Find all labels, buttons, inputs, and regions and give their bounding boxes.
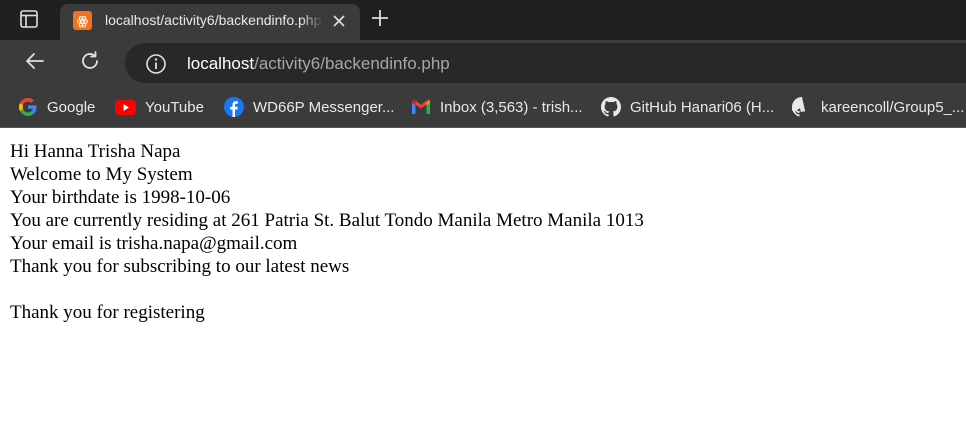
page-content: Hi Hanna Trisha Napa Welcome to My Syste…: [10, 140, 950, 324]
github-icon: [600, 97, 621, 118]
url-path: /activity6/backendinfo.php: [254, 54, 450, 73]
tab-actions-button[interactable]: [14, 8, 44, 34]
new-tab-button[interactable]: [366, 7, 394, 33]
back-arrow-icon: [23, 49, 47, 78]
reload-button[interactable]: [75, 49, 105, 77]
tab-strip: ꙮ localhost/activity6/backendinfo.php: [0, 0, 966, 40]
birthdate-text: Your birthdate is 1998-10-06: [10, 187, 231, 208]
bookmark-google[interactable]: Google: [17, 96, 95, 118]
thanks-text: Thank you for registering: [10, 302, 205, 323]
github-icon: [791, 97, 812, 118]
bookmark-youtube[interactable]: YouTube: [115, 96, 204, 118]
browser-toolbar: localhost/activity6/backendinfo.php: [0, 40, 966, 86]
tab-actions-icon: [19, 9, 39, 34]
bookmark-label: kareencoll/Group5_...: [821, 98, 965, 116]
back-button[interactable]: [20, 49, 50, 77]
bookmark-gmail[interactable]: Inbox (3,563) - trish...: [410, 96, 583, 118]
bookmark-label: YouTube: [145, 98, 204, 116]
plus-icon: [370, 8, 390, 33]
bookmarks-bar: Google YouTube WD66P Messenger... Inbox …: [0, 86, 966, 128]
bookmark-github-hanari[interactable]: GitHub Hanari06 (H...: [600, 96, 774, 118]
bookmark-label: GitHub Hanari06 (H...: [630, 98, 775, 116]
url-host: localhost: [187, 54, 255, 73]
bookmark-label: Google: [47, 98, 96, 116]
greeting-text: Hi Hanna Trisha Napa: [10, 141, 181, 162]
facebook-icon: [223, 97, 244, 118]
google-icon: [17, 97, 38, 118]
url-text: localhost/activity6/backendinfo.php: [187, 54, 450, 74]
address-bar[interactable]: localhost/activity6/backendinfo.php: [125, 43, 966, 83]
reload-icon: [78, 49, 102, 78]
email-text: Your email is trisha.napa@gmail.com: [10, 233, 298, 254]
address-text: You are currently residing at 261 Patria…: [10, 210, 644, 231]
bookmark-github-group5[interactable]: kareencoll/Group5_...: [791, 96, 964, 118]
bookmark-messenger[interactable]: WD66P Messenger...: [223, 96, 394, 118]
welcome-text: Welcome to My System: [10, 164, 193, 185]
close-tab-icon[interactable]: [328, 10, 350, 32]
subscription-text: Thank you for subscribing to our latest …: [10, 256, 350, 277]
gmail-icon: [410, 97, 431, 118]
active-tab[interactable]: ꙮ localhost/activity6/backendinfo.php: [60, 4, 360, 40]
bookmark-label: Inbox (3,563) - trish...: [440, 98, 583, 116]
bookmark-label: WD66P Messenger...: [253, 98, 395, 116]
youtube-icon: [115, 97, 136, 118]
site-info-icon[interactable]: [145, 53, 167, 75]
xampp-icon: ꙮ: [73, 11, 92, 30]
tab-title: localhost/activity6/backendinfo.php: [105, 12, 322, 28]
